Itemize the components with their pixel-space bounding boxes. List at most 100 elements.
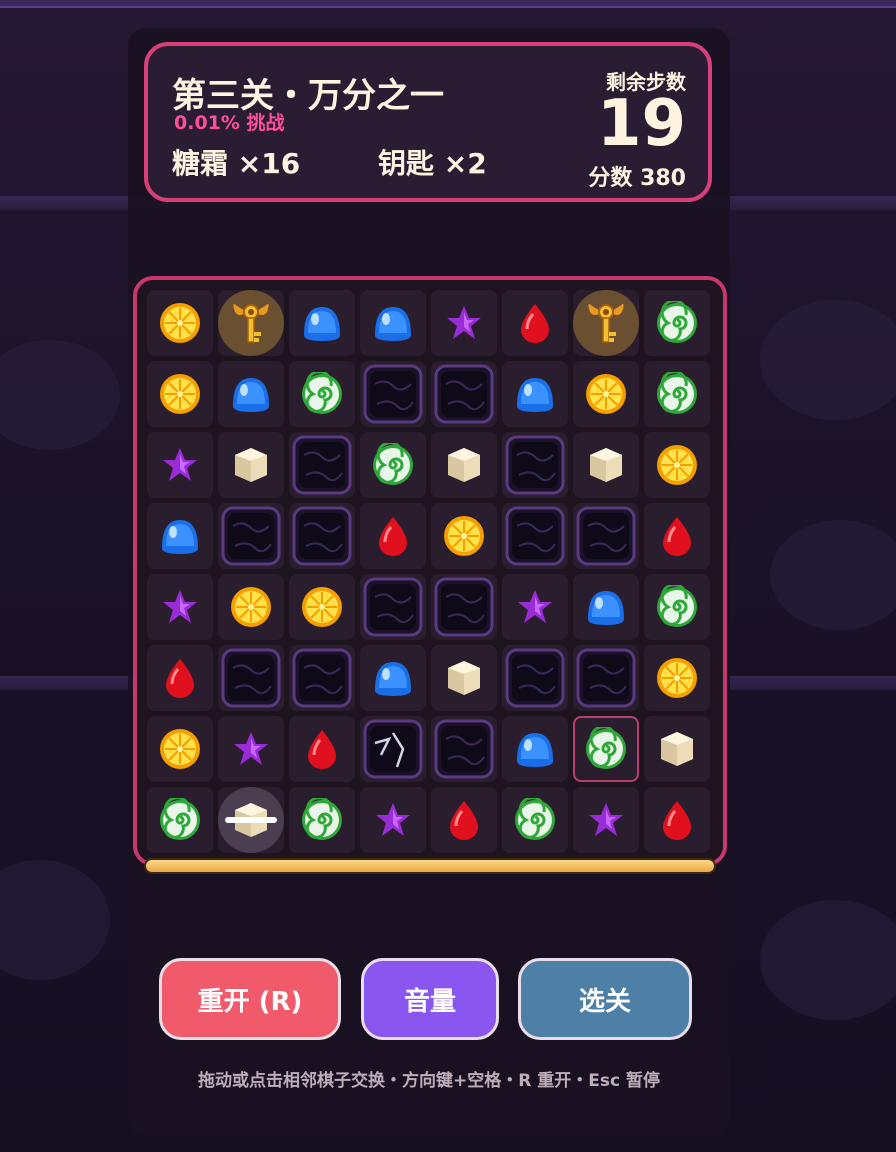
frosted-jelly-block [221, 506, 281, 566]
board-cell[interactable] [502, 361, 568, 427]
board-cell[interactable] [289, 716, 355, 782]
red-drop-candy-icon [371, 514, 415, 558]
purple-star-candy-icon [160, 445, 200, 485]
board-cell[interactable] [644, 432, 710, 498]
board-cell[interactable] [502, 432, 568, 498]
board-cell[interactable] [431, 574, 497, 640]
board-cell[interactable] [147, 645, 213, 711]
board-cell[interactable] [360, 503, 426, 569]
top-bar [0, 0, 896, 8]
board-cell[interactable] [644, 716, 710, 782]
board-cell[interactable] [431, 716, 497, 782]
board-cell[interactable] [147, 361, 213, 427]
red-drop-candy-icon [513, 301, 557, 345]
board-cell[interactable] [289, 361, 355, 427]
board-cell[interactable] [431, 503, 497, 569]
board-cell[interactable] [502, 716, 568, 782]
board-cell[interactable] [218, 432, 284, 498]
board-cell[interactable] [431, 290, 497, 356]
frosted-jelly-block [363, 364, 423, 424]
moves-counter: 19 [596, 87, 686, 161]
board-cell[interactable] [218, 574, 284, 640]
board-cell[interactable] [431, 787, 497, 853]
controls-hint: 拖动或点击相邻棋子交换・方向键+空格・R 重开・Esc 暂停 [198, 1071, 660, 1091]
volume-button[interactable]: 音量 [361, 958, 499, 1040]
board-cell[interactable] [360, 432, 426, 498]
board-cell[interactable] [573, 716, 639, 782]
green-swirl-candy-icon [584, 727, 628, 771]
board-cell[interactable] [289, 645, 355, 711]
sugar-cube-icon [655, 727, 699, 771]
background-candy-decoration [760, 900, 896, 1020]
board-cell[interactable] [147, 290, 213, 356]
purple-star-candy-icon [160, 587, 200, 627]
board-cell[interactable] [573, 787, 639, 853]
red-drop-candy-icon [300, 727, 344, 771]
board-cell[interactable] [218, 716, 284, 782]
board-cell[interactable] [289, 503, 355, 569]
sugar-cube-icon [584, 443, 628, 487]
level-hud: 第三关・万分之一 0.01% 挑战 糖霜 ×16 钥匙 ×2 剩余步数 19 分… [144, 42, 712, 202]
green-swirl-candy-icon [300, 798, 344, 842]
green-swirl-candy-icon [655, 301, 699, 345]
level-subtitle: 0.01% 挑战 [174, 112, 285, 134]
board-cell[interactable] [573, 432, 639, 498]
board-cell[interactable] [289, 574, 355, 640]
board-cell[interactable] [289, 290, 355, 356]
background-candy-decoration [0, 860, 110, 980]
purple-star-candy-icon [515, 587, 555, 627]
board-cell[interactable] [644, 503, 710, 569]
board-cell[interactable] [431, 361, 497, 427]
blue-gumdrop-icon [513, 372, 557, 416]
board-cell[interactable] [431, 432, 497, 498]
board-cell[interactable] [644, 290, 710, 356]
board-cell[interactable] [502, 290, 568, 356]
orange-candy-icon [158, 372, 202, 416]
level-select-button[interactable]: 选关 [518, 958, 692, 1040]
board-cell[interactable] [218, 290, 284, 356]
board-cell[interactable] [502, 574, 568, 640]
board-cell[interactable] [573, 574, 639, 640]
board-cell[interactable] [573, 361, 639, 427]
blue-gumdrop-icon [229, 372, 273, 416]
board-cell[interactable] [573, 645, 639, 711]
board-cell[interactable] [218, 361, 284, 427]
green-swirl-candy-icon [300, 372, 344, 416]
board-cell[interactable] [360, 645, 426, 711]
restart-button[interactable]: 重开 (R) [159, 958, 341, 1040]
board-cell[interactable] [360, 574, 426, 640]
board-cell[interactable] [218, 787, 284, 853]
board-cell[interactable] [644, 787, 710, 853]
board-cell[interactable] [573, 503, 639, 569]
board-cell[interactable] [147, 787, 213, 853]
striped-sugar-cube-icon [224, 798, 278, 842]
board-cell[interactable] [502, 645, 568, 711]
board-cell[interactable] [644, 361, 710, 427]
board-cell[interactable] [147, 503, 213, 569]
orange-candy-icon [300, 585, 344, 629]
board-cell[interactable] [289, 432, 355, 498]
score-display: 分数 380 [588, 166, 686, 191]
board-cell[interactable] [573, 290, 639, 356]
red-drop-candy-icon [655, 798, 699, 842]
board-cell[interactable] [644, 574, 710, 640]
frosted-jelly-block [505, 435, 565, 495]
board-cell[interactable] [289, 787, 355, 853]
board-cell[interactable] [502, 503, 568, 569]
board-cell[interactable] [644, 645, 710, 711]
goal-key: 钥匙 ×2 [378, 147, 487, 180]
board-cell[interactable] [147, 716, 213, 782]
board-cell[interactable] [147, 432, 213, 498]
board-cell[interactable] [360, 787, 426, 853]
board-cell[interactable] [147, 574, 213, 640]
board-cell[interactable] [218, 645, 284, 711]
frosted-jelly-block [292, 648, 352, 708]
board-cell[interactable] [360, 716, 426, 782]
board-cell[interactable] [360, 290, 426, 356]
frosted-jelly-block [221, 648, 281, 708]
orange-candy-icon [442, 514, 486, 558]
board-cell[interactable] [218, 503, 284, 569]
board-cell[interactable] [502, 787, 568, 853]
board-cell[interactable] [360, 361, 426, 427]
board-cell[interactable] [431, 645, 497, 711]
